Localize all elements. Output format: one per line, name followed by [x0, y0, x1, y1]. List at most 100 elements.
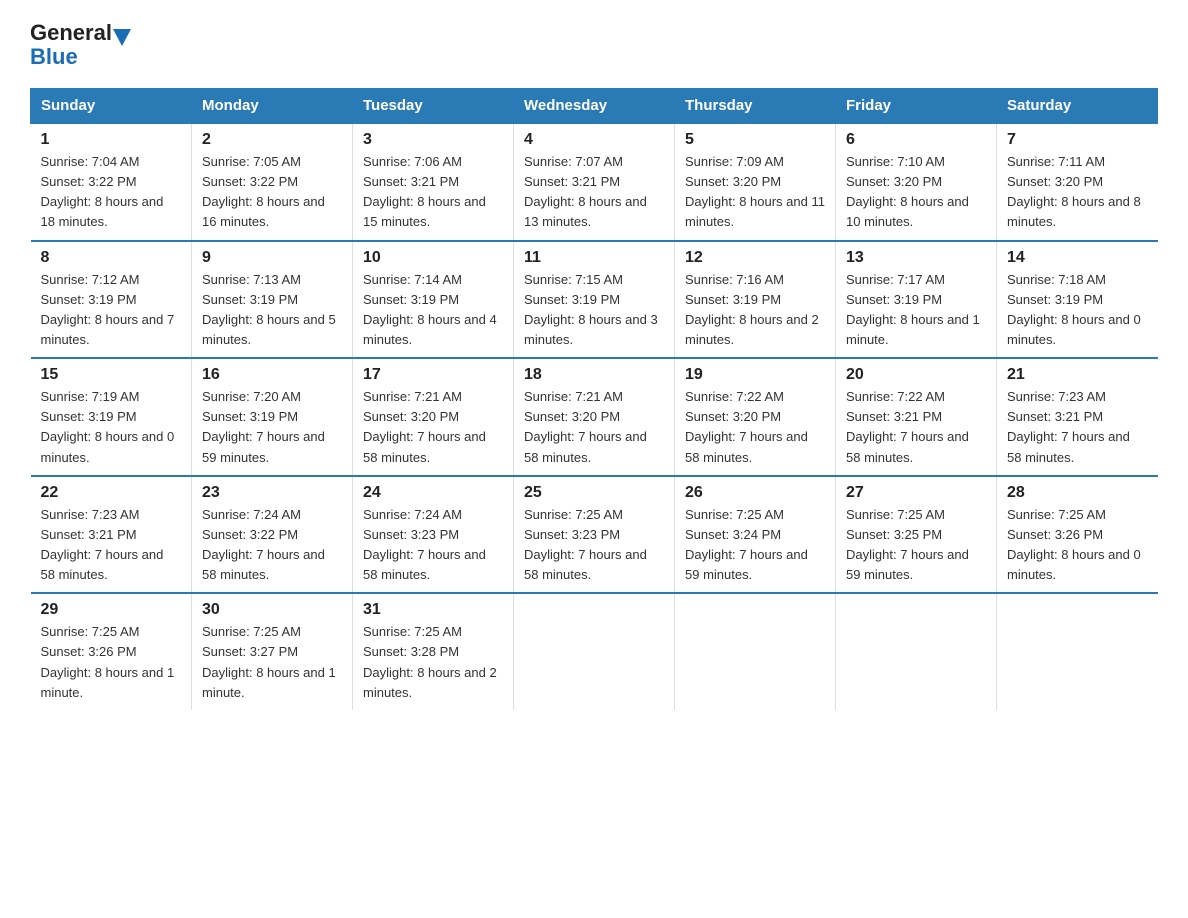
day-info: Sunrise: 7:25 AMSunset: 3:28 PMDaylight:… — [363, 624, 497, 699]
day-number: 30 — [202, 601, 342, 619]
day-info: Sunrise: 7:07 AMSunset: 3:21 PMDaylight:… — [524, 154, 647, 229]
calendar-cell: 30 Sunrise: 7:25 AMSunset: 3:27 PMDaylig… — [192, 593, 353, 710]
day-info: Sunrise: 7:17 AMSunset: 3:19 PMDaylight:… — [846, 272, 980, 347]
calendar-cell: 17 Sunrise: 7:21 AMSunset: 3:20 PMDaylig… — [353, 358, 514, 476]
calendar-cell: 4 Sunrise: 7:07 AMSunset: 3:21 PMDayligh… — [514, 123, 675, 241]
day-number: 25 — [524, 484, 664, 502]
day-info: Sunrise: 7:23 AMSunset: 3:21 PMDaylight:… — [41, 507, 164, 582]
day-info: Sunrise: 7:18 AMSunset: 3:19 PMDaylight:… — [1007, 272, 1141, 347]
day-number: 23 — [202, 484, 342, 502]
calendar-cell: 24 Sunrise: 7:24 AMSunset: 3:23 PMDaylig… — [353, 476, 514, 594]
calendar-week-row: 8 Sunrise: 7:12 AMSunset: 3:19 PMDayligh… — [31, 241, 1158, 359]
calendar-cell: 9 Sunrise: 7:13 AMSunset: 3:19 PMDayligh… — [192, 241, 353, 359]
header-wednesday: Wednesday — [514, 89, 675, 124]
calendar-cell — [514, 593, 675, 710]
day-number: 19 — [685, 366, 825, 384]
day-info: Sunrise: 7:24 AMSunset: 3:23 PMDaylight:… — [363, 507, 486, 582]
calendar-cell: 11 Sunrise: 7:15 AMSunset: 3:19 PMDaylig… — [514, 241, 675, 359]
calendar-cell: 8 Sunrise: 7:12 AMSunset: 3:19 PMDayligh… — [31, 241, 192, 359]
calendar-cell: 5 Sunrise: 7:09 AMSunset: 3:20 PMDayligh… — [675, 123, 836, 241]
calendar-cell: 15 Sunrise: 7:19 AMSunset: 3:19 PMDaylig… — [31, 358, 192, 476]
calendar-cell — [836, 593, 997, 710]
header-saturday: Saturday — [997, 89, 1158, 124]
calendar-cell: 26 Sunrise: 7:25 AMSunset: 3:24 PMDaylig… — [675, 476, 836, 594]
day-info: Sunrise: 7:12 AMSunset: 3:19 PMDaylight:… — [41, 272, 175, 347]
day-number: 11 — [524, 249, 664, 267]
day-info: Sunrise: 7:20 AMSunset: 3:19 PMDaylight:… — [202, 389, 325, 464]
day-number: 8 — [41, 249, 182, 267]
calendar-cell: 27 Sunrise: 7:25 AMSunset: 3:25 PMDaylig… — [836, 476, 997, 594]
header-monday: Monday — [192, 89, 353, 124]
day-info: Sunrise: 7:19 AMSunset: 3:19 PMDaylight:… — [41, 389, 175, 464]
day-number: 29 — [41, 601, 182, 619]
calendar-week-row: 22 Sunrise: 7:23 AMSunset: 3:21 PMDaylig… — [31, 476, 1158, 594]
header-tuesday: Tuesday — [353, 89, 514, 124]
day-info: Sunrise: 7:15 AMSunset: 3:19 PMDaylight:… — [524, 272, 658, 347]
day-number: 2 — [202, 131, 342, 149]
day-info: Sunrise: 7:25 AMSunset: 3:25 PMDaylight:… — [846, 507, 969, 582]
day-info: Sunrise: 7:25 AMSunset: 3:24 PMDaylight:… — [685, 507, 808, 582]
day-info: Sunrise: 7:04 AMSunset: 3:22 PMDaylight:… — [41, 154, 164, 229]
day-number: 3 — [363, 131, 503, 149]
calendar-header-row: SundayMondayTuesdayWednesdayThursdayFrid… — [31, 89, 1158, 124]
calendar-cell: 22 Sunrise: 7:23 AMSunset: 3:21 PMDaylig… — [31, 476, 192, 594]
day-info: Sunrise: 7:24 AMSunset: 3:22 PMDaylight:… — [202, 507, 325, 582]
day-number: 6 — [846, 131, 986, 149]
day-info: Sunrise: 7:16 AMSunset: 3:19 PMDaylight:… — [685, 272, 819, 347]
day-number: 9 — [202, 249, 342, 267]
day-info: Sunrise: 7:11 AMSunset: 3:20 PMDaylight:… — [1007, 154, 1141, 229]
header-friday: Friday — [836, 89, 997, 124]
day-info: Sunrise: 7:25 AMSunset: 3:27 PMDaylight:… — [202, 624, 336, 699]
day-info: Sunrise: 7:10 AMSunset: 3:20 PMDaylight:… — [846, 154, 969, 229]
calendar-cell: 21 Sunrise: 7:23 AMSunset: 3:21 PMDaylig… — [997, 358, 1158, 476]
calendar-cell: 10 Sunrise: 7:14 AMSunset: 3:19 PMDaylig… — [353, 241, 514, 359]
day-info: Sunrise: 7:21 AMSunset: 3:20 PMDaylight:… — [524, 389, 647, 464]
calendar-cell: 18 Sunrise: 7:21 AMSunset: 3:20 PMDaylig… — [514, 358, 675, 476]
logo-blue-text: Blue — [30, 44, 78, 70]
calendar-cell: 19 Sunrise: 7:22 AMSunset: 3:20 PMDaylig… — [675, 358, 836, 476]
day-number: 15 — [41, 366, 182, 384]
day-number: 7 — [1007, 131, 1148, 149]
logo-triangle-icon — [113, 29, 131, 46]
day-number: 18 — [524, 366, 664, 384]
day-number: 14 — [1007, 249, 1148, 267]
calendar-cell: 29 Sunrise: 7:25 AMSunset: 3:26 PMDaylig… — [31, 593, 192, 710]
day-number: 5 — [685, 131, 825, 149]
day-number: 28 — [1007, 484, 1148, 502]
day-number: 26 — [685, 484, 825, 502]
logo-general-text: General — [30, 20, 112, 46]
calendar-week-row: 1 Sunrise: 7:04 AMSunset: 3:22 PMDayligh… — [31, 123, 1158, 241]
calendar-cell: 28 Sunrise: 7:25 AMSunset: 3:26 PMDaylig… — [997, 476, 1158, 594]
day-info: Sunrise: 7:25 AMSunset: 3:23 PMDaylight:… — [524, 507, 647, 582]
day-info: Sunrise: 7:22 AMSunset: 3:21 PMDaylight:… — [846, 389, 969, 464]
calendar-cell: 25 Sunrise: 7:25 AMSunset: 3:23 PMDaylig… — [514, 476, 675, 594]
day-number: 21 — [1007, 366, 1148, 384]
calendar-cell: 2 Sunrise: 7:05 AMSunset: 3:22 PMDayligh… — [192, 123, 353, 241]
calendar-cell — [675, 593, 836, 710]
calendar-cell: 23 Sunrise: 7:24 AMSunset: 3:22 PMDaylig… — [192, 476, 353, 594]
page-header: General Blue — [30, 20, 1158, 70]
calendar-cell: 20 Sunrise: 7:22 AMSunset: 3:21 PMDaylig… — [836, 358, 997, 476]
calendar-cell: 6 Sunrise: 7:10 AMSunset: 3:20 PMDayligh… — [836, 123, 997, 241]
calendar-cell: 1 Sunrise: 7:04 AMSunset: 3:22 PMDayligh… — [31, 123, 192, 241]
calendar-cell: 12 Sunrise: 7:16 AMSunset: 3:19 PMDaylig… — [675, 241, 836, 359]
calendar-table: SundayMondayTuesdayWednesdayThursdayFrid… — [30, 88, 1158, 710]
calendar-cell: 16 Sunrise: 7:20 AMSunset: 3:19 PMDaylig… — [192, 358, 353, 476]
day-number: 27 — [846, 484, 986, 502]
day-number: 16 — [202, 366, 342, 384]
calendar-cell: 3 Sunrise: 7:06 AMSunset: 3:21 PMDayligh… — [353, 123, 514, 241]
day-info: Sunrise: 7:14 AMSunset: 3:19 PMDaylight:… — [363, 272, 497, 347]
day-info: Sunrise: 7:13 AMSunset: 3:19 PMDaylight:… — [202, 272, 336, 347]
day-info: Sunrise: 7:05 AMSunset: 3:22 PMDaylight:… — [202, 154, 325, 229]
day-number: 1 — [41, 131, 182, 149]
calendar-week-row: 29 Sunrise: 7:25 AMSunset: 3:26 PMDaylig… — [31, 593, 1158, 710]
day-number: 4 — [524, 131, 664, 149]
header-sunday: Sunday — [31, 89, 192, 124]
day-info: Sunrise: 7:09 AMSunset: 3:20 PMDaylight:… — [685, 154, 825, 229]
logo: General Blue — [30, 20, 132, 70]
day-info: Sunrise: 7:25 AMSunset: 3:26 PMDaylight:… — [1007, 507, 1141, 582]
calendar-cell: 13 Sunrise: 7:17 AMSunset: 3:19 PMDaylig… — [836, 241, 997, 359]
day-number: 24 — [363, 484, 503, 502]
day-number: 31 — [363, 601, 503, 619]
day-info: Sunrise: 7:22 AMSunset: 3:20 PMDaylight:… — [685, 389, 808, 464]
